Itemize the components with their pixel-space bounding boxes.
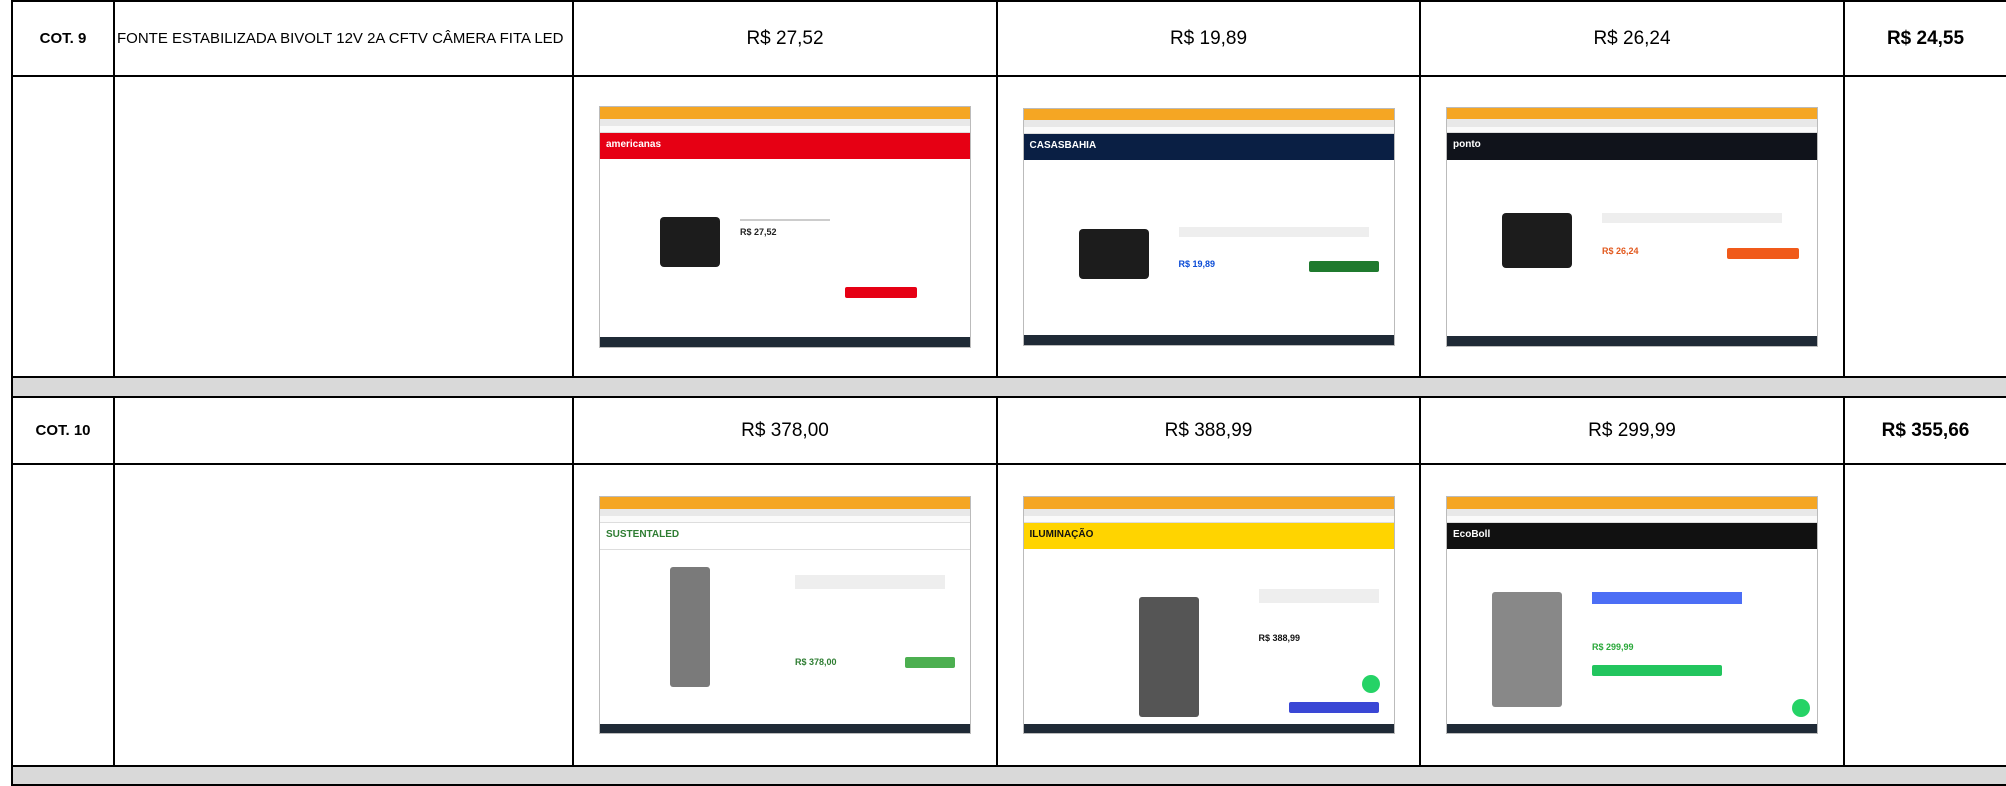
screenshot-americanas: americanas R$ 27,52 (599, 105, 971, 348)
product-price: R$ 388,99 (1258, 633, 1301, 643)
quote-label: COT. 9 (11, 0, 115, 77)
quote-label: COT. 10 (11, 396, 115, 465)
price-vendor-2: R$ 388,99 (996, 396, 1421, 465)
quotation-page: COT. 9 FONTE ESTABILIZADA BIVOLT 12V 2A … (0, 0, 2006, 786)
power-adapter-icon (1502, 212, 1572, 268)
site-logo: americanas (606, 138, 662, 150)
street-light-icon (1138, 597, 1199, 717)
screenshot-iluminacao: ILUMINAÇÃO R$ 388,99 (1022, 496, 1395, 734)
product-price: R$ 378,00 (795, 657, 837, 667)
power-adapter-icon (1078, 228, 1149, 279)
item-description (113, 396, 574, 465)
site-logo: CASASBAHIA (1029, 140, 1097, 152)
table-row: SUSTENTALED R$ 378,00 ILUMINAÇÃO R$ 388,… (11, 463, 2006, 767)
average-price: R$ 24,55 (1843, 0, 2006, 77)
price-vendor-2: R$ 19,89 (996, 0, 1421, 77)
quotation-table: COT. 9 FONTE ESTABILIZADA BIVOLT 12V 2A … (11, 0, 2006, 786)
section-separator (11, 765, 2006, 786)
table-row: americanas R$ 27,52 CASASBAHIA R$ 19,89 (11, 75, 2006, 378)
power-adapter-icon (660, 216, 720, 267)
price-vendor-1: R$ 378,00 (572, 396, 998, 465)
section-separator (11, 376, 2006, 398)
item-description: FONTE ESTABILIZADA BIVOLT 12V 2A CFTV CÂ… (113, 0, 574, 77)
site-logo: EcoBoll (1453, 528, 1491, 540)
product-price: R$ 27,52 (740, 226, 777, 237)
street-light-icon (1492, 592, 1562, 707)
product-price: R$ 299,99 (1592, 642, 1634, 652)
price-vendor-1: R$ 27,52 (572, 0, 998, 77)
table-row: COT. 10 R$ 378,00 R$ 388,99 R$ 299,99 R$… (11, 396, 2006, 465)
site-logo: SUSTENTALED (606, 528, 680, 540)
site-logo: ponto (1453, 139, 1481, 151)
screenshot-casasbahia: CASASBAHIA R$ 19,89 (1022, 107, 1395, 346)
price-vendor-3: R$ 26,24 (1419, 0, 1845, 77)
product-price: R$ 26,24 (1602, 245, 1639, 256)
screenshot-ponto: ponto R$ 26,24 (1446, 106, 1818, 347)
screenshot-sustentaled: SUSTENTALED R$ 378,00 (599, 496, 971, 734)
price-vendor-3: R$ 299,99 (1419, 396, 1845, 465)
average-price: R$ 355,66 (1843, 396, 2006, 465)
site-logo: ILUMINAÇÃO (1029, 528, 1094, 540)
table-row: COT. 9 FONTE ESTABILIZADA BIVOLT 12V 2A … (11, 0, 2006, 77)
product-price: R$ 19,89 (1178, 258, 1216, 269)
street-light-icon (670, 567, 710, 687)
screenshot-ecoboll: EcoBoll R$ 299,99 (1446, 496, 1818, 734)
